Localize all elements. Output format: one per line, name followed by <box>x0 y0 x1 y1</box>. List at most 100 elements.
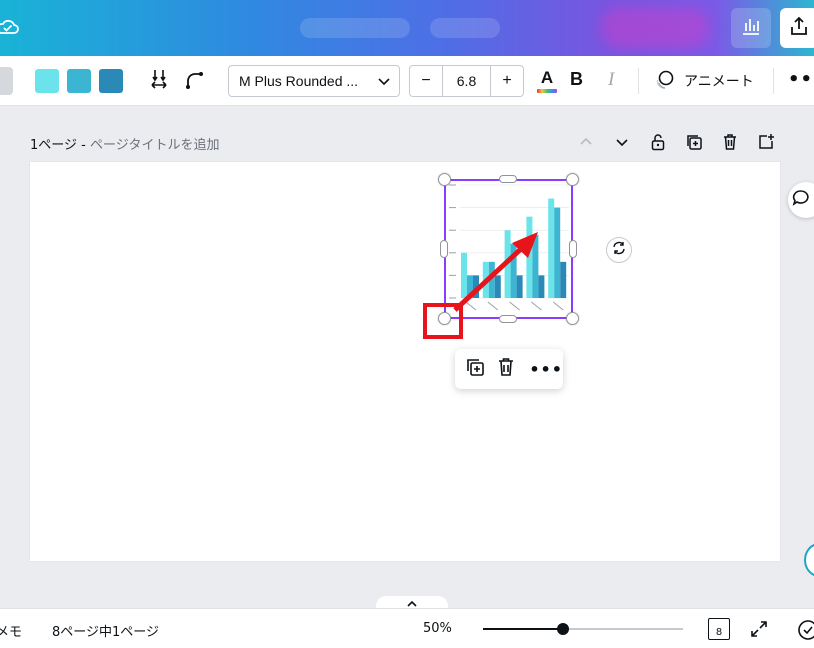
assistant-button[interactable] <box>804 543 814 577</box>
comment-button[interactable] <box>788 182 814 218</box>
cloud-save-icon[interactable] <box>0 14 22 42</box>
fullscreen-button[interactable] <box>749 619 769 639</box>
text-color-button[interactable]: A <box>535 68 559 94</box>
font-size-increase-button[interactable]: + <box>491 66 523 96</box>
header-blurred-area <box>430 18 500 38</box>
toolbar-divider <box>638 68 639 94</box>
chart-bar <box>526 216 533 298</box>
chart-bar <box>494 275 501 298</box>
chart-bar <box>473 275 479 298</box>
zoom-slider-knob[interactable] <box>557 623 569 635</box>
chart-bar <box>488 261 495 298</box>
bar-chart-icon <box>740 15 762 41</box>
duplicate-icon <box>685 133 703 155</box>
curve-icon <box>183 68 205 94</box>
curve-text-button[interactable] <box>182 69 206 93</box>
duplicate-page-button[interactable] <box>684 134 704 154</box>
resize-handle-bottom-right[interactable] <box>566 312 579 325</box>
duplicate-element-button[interactable] <box>465 358 485 380</box>
spacing-button[interactable] <box>147 69 171 93</box>
chart-category-label <box>509 301 520 311</box>
header-blurred-area <box>600 8 710 48</box>
chart-category-label <box>531 301 542 311</box>
duplicate-icon <box>465 357 485 381</box>
selected-chart-element[interactable] <box>444 179 573 319</box>
chevron-down-icon <box>614 134 630 154</box>
resize-handle-bottom[interactable] <box>499 315 517 323</box>
help-button[interactable] <box>797 619 814 641</box>
page-title-input[interactable]: ページタイトルを追加 <box>90 138 219 153</box>
chart-bar <box>461 252 467 298</box>
chart-bar <box>554 207 561 298</box>
chevron-up-icon <box>578 134 594 154</box>
page-indicator[interactable]: 8ページ中1ページ <box>52 621 159 640</box>
italic-button[interactable]: I <box>608 69 614 91</box>
zoom-slider[interactable] <box>483 623 683 635</box>
animate-button[interactable]: アニメート <box>654 69 754 93</box>
more-element-options-button[interactable]: ••• <box>529 360 563 379</box>
chart-category-label <box>487 301 499 311</box>
spacing-icon <box>148 68 170 94</box>
text-color-label: A <box>540 68 554 87</box>
expand-icon <box>749 621 769 643</box>
resize-handle-left[interactable] <box>440 240 448 258</box>
chart-bar <box>510 243 517 298</box>
move-page-down-button[interactable] <box>612 134 632 154</box>
rotate-icon <box>611 240 627 260</box>
font-size-stepper: − 6.8 + <box>409 65 524 97</box>
chart-bar <box>482 261 489 298</box>
share-button[interactable] <box>780 8 814 48</box>
font-family-value: M Plus Rounded ... <box>239 73 359 89</box>
resize-handle-top-left[interactable] <box>438 173 451 186</box>
resize-handle-top[interactable] <box>499 175 517 183</box>
chart-bar <box>560 261 567 298</box>
annotation-highlight-box <box>423 303 463 339</box>
chart-category-label <box>465 301 477 311</box>
header-blurred-area <box>300 18 410 38</box>
chart-bar <box>548 198 555 298</box>
design-canvas[interactable] <box>30 162 780 561</box>
check-circle-icon <box>797 620 814 645</box>
color-swatch-2[interactable] <box>67 69 91 93</box>
editor-toolbar: M Plus Rounded ... − 6.8 + A B I アニメート •… <box>0 56 814 106</box>
more-options-button[interactable]: ••• <box>788 69 814 90</box>
page-count-label: 8 <box>715 627 723 638</box>
color-swatch-1[interactable] <box>35 69 59 93</box>
bar-chart <box>449 184 569 311</box>
page-title-bar: 1ページ - ページタイトルを追加 <box>30 134 219 153</box>
page-number-label: 1ページ - <box>30 138 90 153</box>
delete-page-button[interactable] <box>720 134 740 154</box>
insights-button[interactable] <box>731 8 771 48</box>
animate-icon <box>654 68 676 94</box>
resize-handle-top-right[interactable] <box>566 173 579 186</box>
comment-icon <box>791 188 811 212</box>
delete-element-button[interactable] <box>497 358 515 380</box>
notes-button[interactable]: メモ <box>0 621 22 640</box>
bottom-status-bar: メモ 8ページ中1ページ 50% 8 <box>0 608 814 648</box>
toolbar-divider <box>773 68 774 94</box>
font-size-decrease-button[interactable]: − <box>410 66 442 96</box>
font-size-input[interactable]: 6.8 <box>442 66 491 96</box>
chart-bar <box>538 275 545 298</box>
toolbar-clipped-button[interactable] <box>0 67 13 95</box>
bold-button[interactable]: B <box>570 69 583 90</box>
rotate-handle[interactable] <box>606 237 632 263</box>
color-swatch-3[interactable] <box>99 69 123 93</box>
chart-bar <box>516 275 523 298</box>
upload-icon <box>788 15 810 41</box>
move-page-up-button[interactable] <box>576 134 596 154</box>
font-family-select[interactable]: M Plus Rounded ... <box>228 65 400 97</box>
grid-view-button[interactable]: 8 <box>708 618 730 640</box>
chevron-down-icon <box>377 74 391 91</box>
chart-bar <box>532 234 539 298</box>
element-context-menu: ••• <box>455 349 563 389</box>
add-page-button[interactable] <box>756 134 776 154</box>
resize-handle-right[interactable] <box>569 240 577 258</box>
chart-bar <box>504 230 511 298</box>
zoom-slider-fill <box>483 628 563 630</box>
zoom-level[interactable]: 50% <box>423 621 452 636</box>
lock-page-button[interactable] <box>648 134 668 154</box>
trash-icon <box>722 133 738 155</box>
chart-bar <box>467 275 473 298</box>
trash-icon <box>497 357 515 381</box>
